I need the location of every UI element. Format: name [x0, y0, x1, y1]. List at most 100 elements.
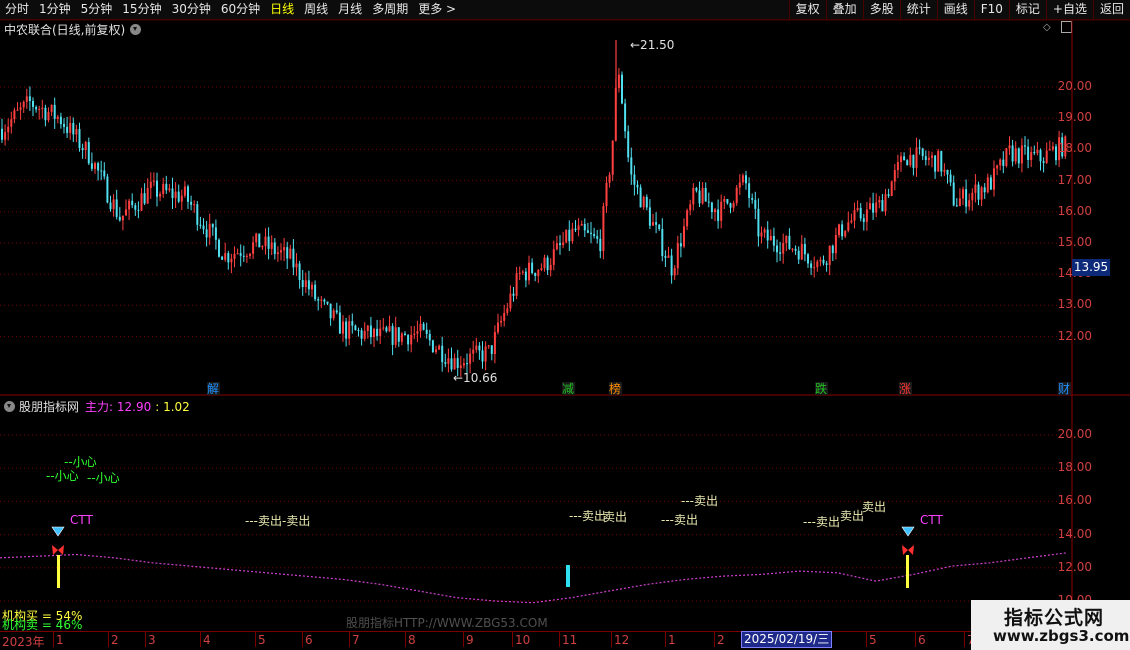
candle-body: [351, 321, 354, 326]
candle-body: [298, 263, 301, 280]
toolbar-button[interactable]: 统计: [899, 0, 937, 19]
candle-body: [605, 182, 608, 207]
chart-title: 中农联合(日线,前复权): [4, 21, 142, 38]
candle-body: [90, 163, 93, 169]
period-tab[interactable]: 周线: [299, 0, 333, 19]
candle-body: [779, 252, 782, 254]
main-force-line: [0, 552, 1067, 604]
time-tick: 5: [258, 633, 266, 647]
candle-body: [211, 223, 214, 228]
candle-body: [993, 168, 995, 190]
candle-body: [360, 330, 363, 339]
candle-body: [791, 248, 794, 250]
candle-body: [927, 157, 930, 160]
period-tab[interactable]: 多周期: [367, 0, 413, 19]
toolbar-button[interactable]: 返回: [1092, 0, 1130, 19]
candle-body: [453, 358, 456, 370]
candle-body: [512, 293, 515, 296]
event-marker-bg: [899, 382, 912, 395]
period-tab[interactable]: 月线: [333, 0, 367, 19]
candle-body: [580, 224, 583, 226]
chevron-down-icon[interactable]: [4, 401, 15, 412]
toolbar-button[interactable]: 多股: [862, 0, 900, 19]
toolbar-button[interactable]: 标记: [1008, 0, 1046, 19]
candle-body: [447, 358, 450, 364]
candle-body: [534, 273, 537, 277]
candle-body: [267, 236, 270, 249]
period-tab[interactable]: 60分钟: [216, 0, 265, 19]
candle-body: [140, 193, 143, 211]
candle-body: [106, 176, 109, 203]
candle-body: [701, 187, 704, 204]
price-tick: 13.00: [1057, 297, 1092, 312]
butterfly-icon: [58, 545, 64, 555]
toolbar-button[interactable]: 叠加: [825, 0, 863, 19]
price-tick: 16.00: [1057, 203, 1092, 218]
candle-body: [490, 345, 493, 354]
candle-body: [193, 204, 196, 206]
candle-body: [590, 232, 592, 235]
candle-body: [317, 299, 320, 301]
candle-body: [425, 329, 428, 334]
candle-body: [924, 156, 927, 160]
toolbar-button[interactable]: F10: [973, 0, 1009, 19]
period-tab[interactable]: 5分钟: [76, 0, 118, 19]
second-value-label: : 1.02: [155, 399, 190, 414]
candle-body: [800, 244, 803, 260]
signal-annotation: 卖出: [840, 509, 864, 523]
candle-body: [137, 209, 140, 211]
candle-body: [13, 110, 16, 120]
candle-body: [859, 207, 862, 219]
candle-body: [50, 104, 53, 113]
period-tab[interactable]: 30分钟: [167, 0, 216, 19]
price-tick: 18.00: [1057, 141, 1092, 156]
kline-chart[interactable]: ←21.50←10.66解减榜跌涨财 --小心--小心 --小心---卖出 -卖出 -…: [0, 0, 1130, 650]
candle-body: [16, 109, 19, 111]
candle-body: [10, 119, 13, 127]
candle-body: [304, 280, 307, 288]
candle-body: [686, 210, 689, 227]
period-tab[interactable]: 更多 >: [413, 0, 461, 19]
candle-body: [729, 203, 732, 208]
butterfly-icon: [902, 545, 908, 555]
candle-body: [909, 154, 912, 166]
candle-body: [614, 87, 617, 141]
candle-body: [977, 184, 980, 200]
period-tab[interactable]: 日线: [265, 0, 299, 19]
candle-body: [745, 175, 747, 184]
candle-body: [748, 183, 751, 198]
candle-body: [940, 151, 943, 172]
candle-body: [72, 123, 75, 135]
diamond-icon[interactable]: ◇: [1043, 22, 1051, 33]
candle-body: [1042, 161, 1045, 163]
candle-body: [531, 262, 534, 274]
candle-body: [236, 253, 239, 255]
toolbar-button[interactable]: +自选: [1045, 0, 1093, 19]
window-icon[interactable]: [1061, 21, 1072, 33]
candle-body: [546, 257, 549, 271]
candle-body: [239, 253, 242, 256]
candle-body: [962, 189, 964, 199]
candle-body: [794, 248, 797, 251]
candle-body: [159, 193, 162, 197]
time-tick: 3: [148, 633, 156, 647]
candle-body: [776, 245, 778, 253]
time-tick-line: [714, 632, 715, 647]
period-tab[interactable]: 15分钟: [117, 0, 166, 19]
chevron-down-icon[interactable]: [130, 24, 142, 35]
candle-body: [670, 255, 673, 276]
toolbar-button[interactable]: 画线: [936, 0, 974, 19]
candle-body: [233, 253, 236, 259]
time-tick: 9: [466, 633, 474, 647]
last-price-tag: 13.95: [1072, 259, 1110, 276]
time-tick-line: [611, 632, 612, 647]
period-tab[interactable]: 分时: [0, 0, 34, 19]
candle-body: [968, 200, 971, 207]
candle-body: [422, 323, 425, 330]
candle-body: [1048, 149, 1051, 151]
candle-body: [171, 188, 174, 199]
candle-body: [75, 129, 78, 135]
period-tab[interactable]: 1分钟: [34, 0, 76, 19]
candle-body: [850, 220, 853, 223]
toolbar-button[interactable]: 复权: [788, 0, 826, 19]
